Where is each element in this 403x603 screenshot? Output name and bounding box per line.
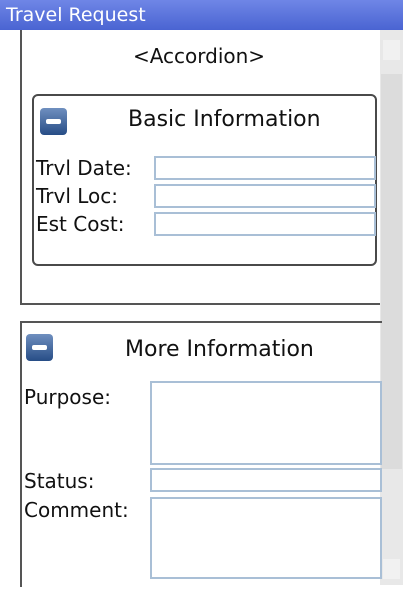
accordion-title: <Accordion> bbox=[132, 44, 266, 68]
comment-textarea[interactable] bbox=[150, 497, 382, 579]
scroll-down-button[interactable] bbox=[383, 559, 400, 579]
basic-information-panel: Basic Information Trvl Date: Trvl Loc: E… bbox=[32, 94, 377, 266]
purpose-label: Purpose: bbox=[24, 385, 112, 409]
status-field[interactable] bbox=[150, 468, 382, 492]
purpose-textarea[interactable] bbox=[150, 381, 382, 465]
scroll-up-button[interactable] bbox=[383, 40, 400, 60]
vertical-scrollbar[interactable] bbox=[380, 30, 403, 585]
window-title: Travel Request bbox=[6, 4, 146, 26]
more-information-panel: More Information Purpose: Status: Commen… bbox=[20, 321, 382, 587]
travel-date-label: Trvl Date: bbox=[36, 156, 132, 180]
collapse-minus-icon[interactable] bbox=[26, 334, 53, 361]
window-titlebar: Travel Request bbox=[0, 0, 403, 30]
estimated-cost-label: Est Cost: bbox=[36, 212, 125, 236]
comment-label: Comment: bbox=[24, 498, 129, 522]
basic-information-title: Basic Information bbox=[128, 107, 321, 132]
scroll-thumb[interactable] bbox=[381, 74, 402, 469]
travel-date-field[interactable] bbox=[154, 156, 376, 180]
travel-location-field[interactable] bbox=[154, 184, 376, 208]
more-information-title: More Information bbox=[125, 337, 314, 362]
estimated-cost-field[interactable] bbox=[154, 212, 376, 236]
status-label: Status: bbox=[24, 469, 95, 493]
collapse-minus-icon[interactable] bbox=[40, 108, 67, 135]
travel-location-label: Trvl Loc: bbox=[36, 184, 119, 208]
